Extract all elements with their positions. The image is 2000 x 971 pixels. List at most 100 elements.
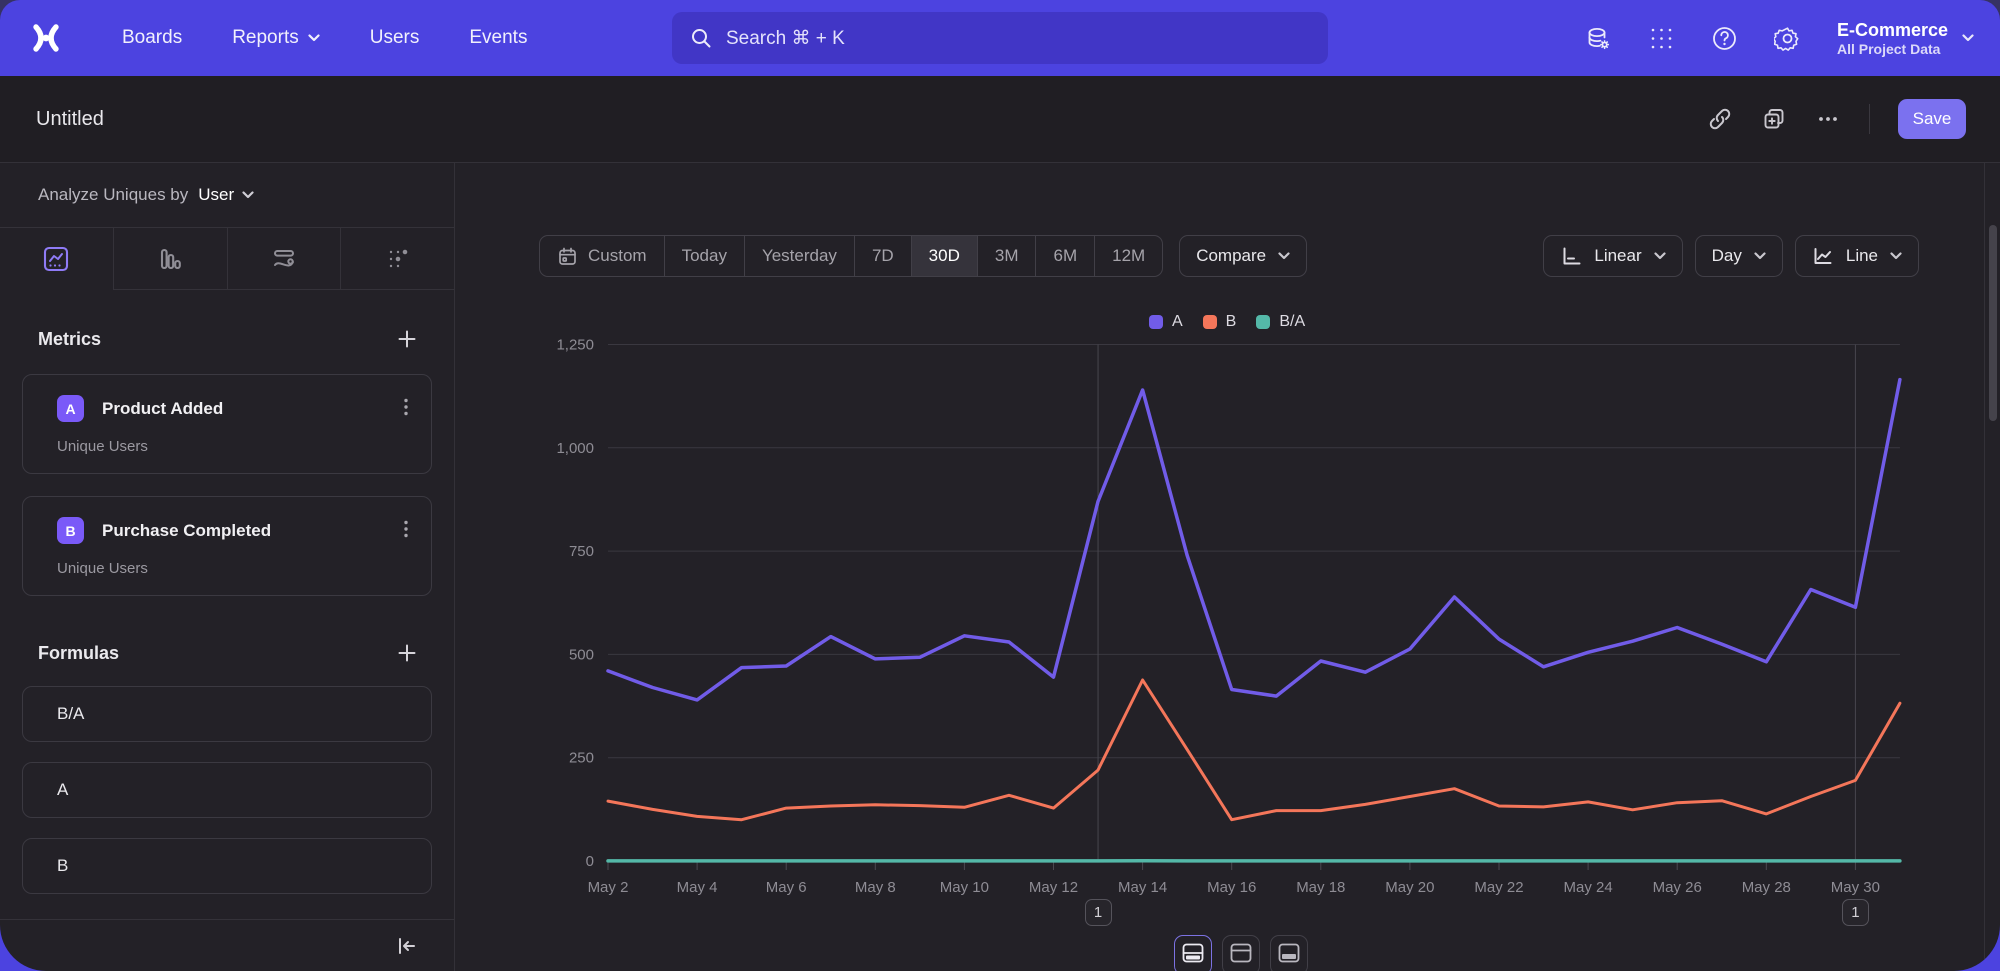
search-input[interactable]: Search ⌘ + K <box>672 12 1328 64</box>
metric-card-b[interactable]: B Purchase Completed Unique Users <box>22 496 432 596</box>
x-axis-label: May 26 <box>1653 879 1702 896</box>
nav-item-boards[interactable]: Boards <box>122 27 182 49</box>
layout-chart-and-table-button[interactable] <box>1174 935 1212 971</box>
chart-type-dropdown[interactable]: Line <box>1795 235 1919 277</box>
settings-gear-icon[interactable] <box>1774 25 1801 52</box>
range-today[interactable]: Today <box>665 236 745 276</box>
nav-right-cluster: E-Commerce All Project Data <box>1585 0 1974 76</box>
range-label: 7D <box>872 246 894 266</box>
tab-flows[interactable] <box>228 228 342 290</box>
chart-panel: Custom Today Yesterday 7D 30D 3M 6M 12M … <box>455 163 2000 971</box>
project-name: E-Commerce <box>1837 19 1948 42</box>
nav-item-events[interactable]: Events <box>469 27 527 49</box>
tab-funnels-bars[interactable] <box>114 228 228 290</box>
add-metric-button[interactable] <box>396 328 418 350</box>
range-custom[interactable]: Custom <box>540 236 665 276</box>
legend-item-a[interactable]: A <box>1149 313 1183 331</box>
axis-scale-icon <box>1560 245 1582 267</box>
mixpanel-logo-icon[interactable] <box>28 20 64 56</box>
layout-table-only-button[interactable] <box>1270 935 1308 971</box>
chart-type-label: Line <box>1846 246 1878 266</box>
range-6m[interactable]: 6M <box>1036 236 1095 276</box>
sidebar-footer <box>0 919 454 971</box>
metric-menu-icon[interactable] <box>397 397 415 417</box>
metric-menu-icon[interactable] <box>397 519 415 539</box>
layout-toggles <box>1174 935 1308 971</box>
chevron-down-icon <box>1278 252 1290 260</box>
chevron-down-icon <box>1654 252 1666 260</box>
collapse-sidebar-icon[interactable] <box>396 935 418 957</box>
layout-chart-only-button[interactable] <box>1222 935 1260 971</box>
x-axis-label: May 2 <box>588 879 629 896</box>
annotation-badge[interactable]: 1 <box>1085 899 1112 926</box>
retention-grid-icon <box>383 244 413 274</box>
legend-item-b[interactable]: B <box>1203 313 1237 331</box>
x-axis-label: May 28 <box>1742 879 1791 896</box>
y-axis-label: 0 <box>586 853 594 870</box>
formula-card[interactable]: B/A <box>22 686 432 742</box>
legend-swatch <box>1149 315 1163 329</box>
annotation-badge[interactable]: 1 <box>1842 899 1869 926</box>
y-axis-label: 1,000 <box>556 440 594 457</box>
legend-item-b-a[interactable]: B/A <box>1256 313 1305 331</box>
tab-retention[interactable] <box>341 228 454 290</box>
display-controls: Linear Day <box>1543 235 1919 277</box>
content-area: Analyze Uniques by User <box>0 163 2000 971</box>
chevron-down-icon <box>242 191 254 199</box>
scrollbar-thumb[interactable] <box>1989 225 1997 421</box>
chevron-down-icon <box>1890 252 1902 260</box>
add-formula-button[interactable] <box>396 642 418 664</box>
x-axis-label: May 14 <box>1118 879 1167 896</box>
legend-swatch <box>1256 315 1270 329</box>
range-12m[interactable]: 12M <box>1095 236 1162 276</box>
line-chart-icon <box>1812 245 1834 267</box>
metric-name: Product Added <box>102 399 223 419</box>
chart-controls: Custom Today Yesterday 7D 30D 3M 6M 12M … <box>539 235 1919 277</box>
x-axis-label: May 6 <box>766 879 807 896</box>
project-scope: All Project Data <box>1837 41 1948 57</box>
more-options-icon[interactable] <box>1815 106 1841 132</box>
bar-chart-icon <box>155 244 185 274</box>
metric-card-top: B Purchase Completed <box>57 517 413 544</box>
project-switcher[interactable]: E-Commerce All Project Data <box>1837 19 1974 58</box>
nav-item-label: Events <box>469 27 527 49</box>
duplicate-icon[interactable] <box>1761 106 1787 132</box>
series-line-a[interactable] <box>608 380 1900 700</box>
x-axis-label: May 20 <box>1385 879 1434 896</box>
formula-card[interactable]: B <box>22 838 432 894</box>
formula-label: A <box>57 780 68 800</box>
range-yesterday[interactable]: Yesterday <box>745 236 855 276</box>
save-button[interactable]: Save <box>1898 99 1966 139</box>
interval-dropdown[interactable]: Day <box>1695 235 1783 277</box>
table-only-layout-icon <box>1278 943 1300 963</box>
nav-item-reports[interactable]: Reports <box>232 27 320 49</box>
series-line-b[interactable] <box>608 680 1900 820</box>
range-7d[interactable]: 7D <box>855 236 912 276</box>
analyze-row: Analyze Uniques by User <box>0 163 454 228</box>
compare-dropdown[interactable]: Compare <box>1179 235 1307 277</box>
help-icon[interactable] <box>1711 25 1738 52</box>
range-3m[interactable]: 3M <box>978 236 1037 276</box>
divider <box>1869 104 1870 134</box>
apps-grid-icon[interactable] <box>1648 25 1675 52</box>
scale-dropdown[interactable]: Linear <box>1543 235 1682 277</box>
chart-and-table-layout-icon <box>1182 943 1204 963</box>
copy-link-icon[interactable] <box>1707 106 1733 132</box>
nav-item-users[interactable]: Users <box>370 27 420 49</box>
metric-aggregation[interactable]: Unique Users <box>57 560 413 577</box>
report-title[interactable]: Untitled <box>36 108 104 131</box>
range-30d[interactable]: 30D <box>912 236 978 276</box>
metric-aggregation[interactable]: Unique Users <box>57 438 413 455</box>
metric-badge-b: B <box>57 517 84 544</box>
data-management-icon[interactable] <box>1585 25 1612 52</box>
formula-card[interactable]: A <box>22 762 432 818</box>
tab-insights-line[interactable] <box>0 228 114 290</box>
x-axis-label: May 12 <box>1029 879 1078 896</box>
analyze-entity-dropdown[interactable]: User <box>198 185 254 205</box>
range-label: Today <box>682 246 727 266</box>
x-axis-label: May 22 <box>1474 879 1523 896</box>
line-chart: 02505007501,0001,250May 2May 4May 6May 8… <box>455 163 1983 971</box>
metric-card-a[interactable]: A Product Added Unique Users <box>22 374 432 474</box>
legend-swatch <box>1203 315 1217 329</box>
report-sheet: Untitled <box>0 76 2000 971</box>
